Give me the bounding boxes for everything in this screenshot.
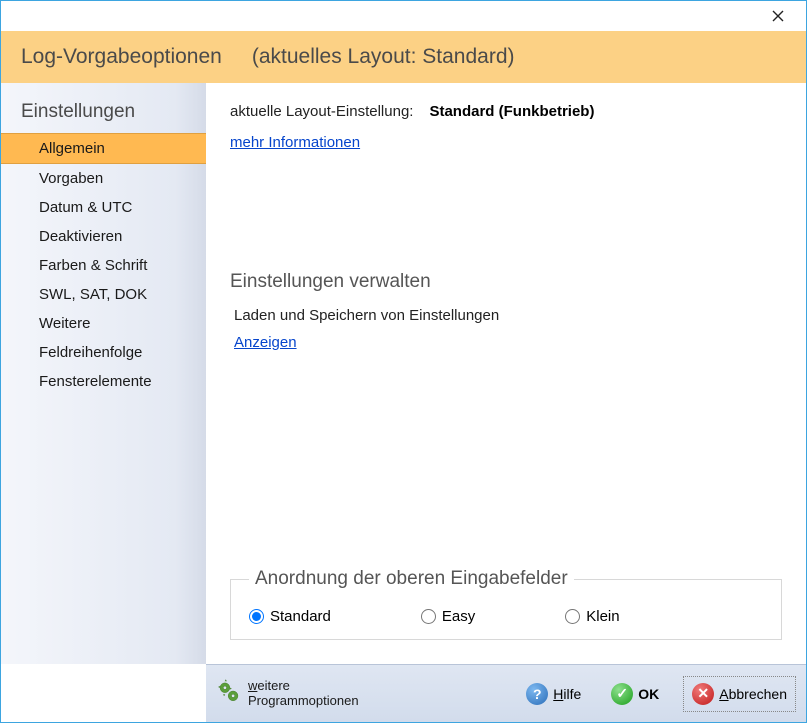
current-layout-row: aktuelle Layout-Einstellung: Standard (F… xyxy=(230,103,782,120)
gear-icon xyxy=(216,678,242,709)
manage-settings-heading: Einstellungen verwalten xyxy=(230,271,782,293)
help-icon: ? xyxy=(526,683,548,705)
sidebar-item-deaktivieren[interactable]: Deaktivieren xyxy=(1,222,206,251)
sidebar: Einstellungen Allgemein Vorgaben Datum &… xyxy=(1,83,206,664)
radio-standard[interactable]: Standard xyxy=(249,608,331,625)
sidebar-item-farben-schrift[interactable]: Farben & Schrift xyxy=(1,251,206,280)
content-pane: aktuelle Layout-Einstellung: Standard (F… xyxy=(206,83,806,664)
manage-settings-sub: Laden und Speichern von Einstellungen xyxy=(230,307,782,324)
help-rest: ilfe xyxy=(563,686,581,702)
help-u: H xyxy=(553,686,563,702)
more-info-link[interactable]: mehr Informationen xyxy=(230,134,782,151)
sidebar-item-vorgaben[interactable]: Vorgaben xyxy=(1,164,206,193)
help-button[interactable]: ? Hilfe xyxy=(520,679,587,709)
sidebar-title: Einstellungen xyxy=(1,97,206,133)
radio-group: Standard Easy Klein xyxy=(249,608,763,625)
titlebar xyxy=(1,1,806,31)
radio-easy-label: Easy xyxy=(442,608,475,625)
header-subtitle: (aktuelles Layout: Standard) xyxy=(252,45,515,69)
ok-label: OK xyxy=(638,686,659,702)
header-bar: Log-Vorgabeoptionen (aktuelles Layout: S… xyxy=(1,31,806,83)
sidebar-item-datum-utc[interactable]: Datum & UTC xyxy=(1,193,206,222)
current-layout-label: aktuelle Layout-Einstellung: xyxy=(230,103,413,120)
show-link[interactable]: Anzeigen xyxy=(230,334,782,351)
more-program-options-link[interactable]: weitere Programmoptionen xyxy=(248,679,359,709)
header-title: Log-Vorgabeoptionen xyxy=(21,45,222,69)
radio-easy[interactable]: Easy xyxy=(421,608,475,625)
footer-left: weitere Programmoptionen xyxy=(216,678,512,709)
spacer xyxy=(230,151,782,271)
radio-klein[interactable]: Klein xyxy=(565,608,619,625)
sidebar-item-allgemein[interactable]: Allgemein xyxy=(1,133,206,164)
sidebar-item-weitere[interactable]: Weitere xyxy=(1,309,206,338)
arrangement-fieldset: Anordnung der oberen Eingabefelder Stand… xyxy=(230,568,782,640)
cancel-rest: bbrechen xyxy=(729,686,787,702)
radio-standard-label: Standard xyxy=(270,608,331,625)
more-options-line2: Programmoptionen xyxy=(248,693,359,708)
footer-buttons: ? Hilfe ✓ OK ✕ Abbrechen xyxy=(520,676,796,712)
close-button[interactable] xyxy=(758,2,798,30)
ok-icon: ✓ xyxy=(611,683,633,705)
sidebar-item-fensterelemente[interactable]: Fensterelemente xyxy=(1,367,206,396)
radio-easy-input[interactable] xyxy=(421,609,436,624)
ok-button[interactable]: ✓ OK xyxy=(605,679,665,709)
fieldset-wrap: Anordnung der oberen Eingabefelder Stand… xyxy=(230,564,782,654)
radio-standard-input[interactable] xyxy=(249,609,264,624)
current-layout-value: Standard (Funkbetrieb) xyxy=(429,103,594,120)
cancel-button[interactable]: ✕ Abbrechen xyxy=(683,676,796,712)
more-options-u: w xyxy=(248,678,257,693)
radio-klein-label: Klein xyxy=(586,608,619,625)
radio-klein-input[interactable] xyxy=(565,609,580,624)
body: Einstellungen Allgemein Vorgaben Datum &… xyxy=(1,83,806,664)
arrangement-legend: Anordnung der oberen Eingabefelder xyxy=(249,568,574,590)
cancel-icon: ✕ xyxy=(692,683,714,705)
cancel-u: A xyxy=(719,686,728,702)
dialog-window: Log-Vorgabeoptionen (aktuelles Layout: S… xyxy=(0,0,807,723)
close-icon xyxy=(772,10,784,22)
sidebar-item-swl-sat-dok[interactable]: SWL, SAT, DOK xyxy=(1,280,206,309)
sidebar-item-feldreihenfolge[interactable]: Feldreihenfolge xyxy=(1,338,206,367)
footer-bar: weitere Programmoptionen ? Hilfe ✓ OK ✕ … xyxy=(206,664,806,722)
more-options-rest: eitere xyxy=(257,678,290,693)
